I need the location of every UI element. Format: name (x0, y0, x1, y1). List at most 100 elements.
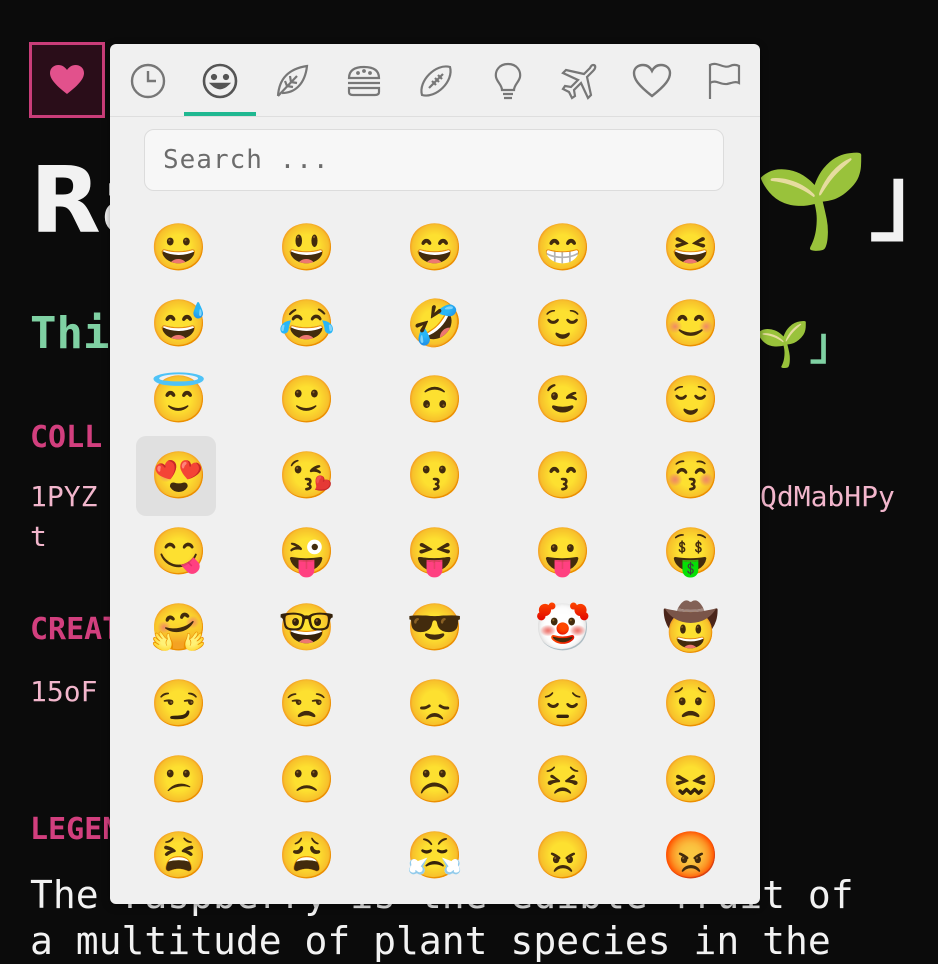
tab-travel[interactable] (544, 50, 616, 112)
emoji-item[interactable]: 😝 (392, 513, 520, 589)
emoji-item[interactable]: 😠 (520, 817, 648, 893)
emoji-glyph: 😂 (278, 296, 336, 350)
emoji-item[interactable]: 😛 (520, 513, 648, 589)
emoji-item[interactable]: 🙁 (264, 741, 392, 817)
leaf-icon (276, 64, 309, 97)
collection-value: 1PYZ (30, 480, 98, 513)
creator-value: 15oF (30, 675, 98, 708)
tab-objects[interactable] (472, 50, 544, 112)
emoji-item[interactable]: 😆 (648, 209, 760, 285)
emoji-item[interactable]: 😎 (392, 589, 520, 665)
emoji-item[interactable]: 🤣 (392, 285, 520, 361)
tab-nature[interactable] (256, 50, 328, 112)
favorite-button[interactable] (29, 42, 105, 118)
emoji-item[interactable]: 😣 (520, 741, 648, 817)
emoji-glyph: 😏 (150, 676, 208, 730)
tab-activity[interactable] (400, 50, 472, 112)
emoji-item[interactable]: 😚 (648, 437, 760, 513)
emoji-item[interactable]: 😍 (136, 436, 264, 516)
tab-recent[interactable] (112, 50, 184, 112)
collection-value-tail: QdMabHPy (760, 480, 895, 513)
emoji-item[interactable]: 😞 (392, 665, 520, 741)
emoji-item[interactable]: ☹️ (392, 741, 520, 817)
emoji-item[interactable]: 😇 (136, 361, 264, 437)
emoji-row: 😏 😒 😞 😔 😟 (136, 665, 760, 741)
emoji-item[interactable]: 😅 (136, 285, 264, 361)
tab-smileys[interactable] (184, 50, 256, 112)
emoji-item[interactable]: 😙 (520, 437, 648, 513)
emoji-glyph: 🙁 (278, 752, 336, 806)
emoji-item[interactable]: 😗 (392, 437, 520, 513)
active-tab-indicator (184, 112, 256, 116)
emoji-search-input[interactable] (144, 129, 724, 191)
emoji-glyph: 😩 (278, 828, 336, 882)
emoji-item[interactable]: 😄 (392, 209, 520, 285)
emoji-item[interactable]: 😌 (520, 285, 648, 361)
emoji-glyph: 🙂 (278, 372, 336, 426)
emoji-glyph: 😊 (662, 296, 720, 350)
emoji-item[interactable]: 🙃 (392, 361, 520, 437)
collection-value-wrap: t (30, 520, 47, 553)
emoji-row: 😍 😘 😗 😙 😚 (136, 436, 760, 516)
emoji-glyph: 😁 (534, 220, 592, 274)
airplane-icon (561, 63, 597, 100)
emoji-item[interactable]: 😔 (520, 665, 648, 741)
emoji-item[interactable]: 😌 (648, 361, 760, 437)
emoji-glyph: 😌 (662, 372, 720, 426)
emoji-item[interactable]: 😤 (392, 817, 520, 893)
emoji-glyph: 🤗 (150, 600, 208, 654)
emoji-item[interactable]: 🙂 (264, 361, 392, 437)
emoji-item[interactable]: 😀 (136, 209, 264, 285)
emoji-glyph: 😇 (150, 372, 208, 426)
football-icon (420, 65, 452, 97)
emoji-glyph: 😠 (534, 828, 592, 882)
emoji-item[interactable]: 😟 (648, 665, 760, 741)
emoji-item[interactable]: 😉 (520, 361, 648, 437)
emoji-glyph: 😆 (662, 220, 720, 274)
flag-icon (708, 62, 741, 99)
emoji-item[interactable]: 😃 (264, 209, 392, 285)
emoji-item[interactable]: 😊 (648, 285, 760, 361)
emoji-item[interactable]: 😖 (648, 741, 760, 817)
emoji-glyph: 😀 (150, 220, 208, 274)
emoji-item[interactable]: 😋 (136, 513, 264, 589)
emoji-glyph: 😍 (150, 448, 208, 502)
emoji-glyph: 😎 (406, 600, 464, 654)
emoji-glyph: ☹️ (406, 752, 464, 806)
emoji-glyph: 😝 (406, 524, 464, 578)
emoji-row: 😇 🙂 🙃 😉 😌 (136, 361, 760, 437)
page-subtitle: Thi 🌱」 (30, 308, 854, 370)
emoji-glyph: 😒 (278, 676, 336, 730)
emoji-item[interactable]: 😏 (136, 665, 264, 741)
emoji-glyph: 😤 (406, 828, 464, 882)
emoji-item[interactable]: 😕 (136, 741, 264, 817)
emoji-glyph: 😜 (278, 524, 336, 578)
emoji-item[interactable]: 😒 (264, 665, 392, 741)
emoji-item[interactable]: 😂 (264, 285, 392, 361)
emoji-item[interactable]: 🤡 (520, 589, 648, 665)
tab-food[interactable] (328, 50, 400, 112)
emoji-item[interactable]: 🤓 (264, 589, 392, 665)
tab-flags[interactable] (688, 50, 760, 112)
emoji-item[interactable]: 😩 (264, 817, 392, 893)
legend-label: LEGEN (30, 812, 121, 847)
emoji-item[interactable]: 😫 (136, 817, 264, 893)
emoji-glyph: 😫 (150, 828, 208, 882)
emoji-grid: 😀 😃 😄 😁 😆 😅 😂 🤣 😌 😊 😇 🙂 🙃 😉 😌 😍 😘 😗 😙 😚 😋 😜 😝 😛 🤑 🤗 🤓 😎 🤡 🤠 😏 😒 😞 😔 😟 😕 🙁 ☹️ 😣… (136, 209, 760, 893)
emoji-glyph: 😚 (662, 448, 720, 502)
emoji-glyph: 🤠 (662, 600, 720, 654)
emoji-item[interactable]: 🤗 (136, 589, 264, 665)
emoji-item[interactable]: 😜 (264, 513, 392, 589)
emoji-glyph: 😋 (150, 524, 208, 578)
emoji-item[interactable]: 😁 (520, 209, 648, 285)
emoji-glyph: 😔 (534, 676, 592, 730)
emoji-category-tabs (110, 44, 760, 117)
emoji-item[interactable]: 😘 (264, 437, 392, 513)
emoji-glyph: 😛 (534, 524, 592, 578)
creator-label: CREAT (30, 612, 121, 647)
emoji-item[interactable]: 🤠 (648, 589, 760, 665)
burger-icon (347, 65, 381, 97)
tab-symbols[interactable] (616, 50, 688, 112)
emoji-item[interactable]: 😡 (648, 817, 760, 893)
emoji-item[interactable]: 🤑 (648, 513, 760, 589)
